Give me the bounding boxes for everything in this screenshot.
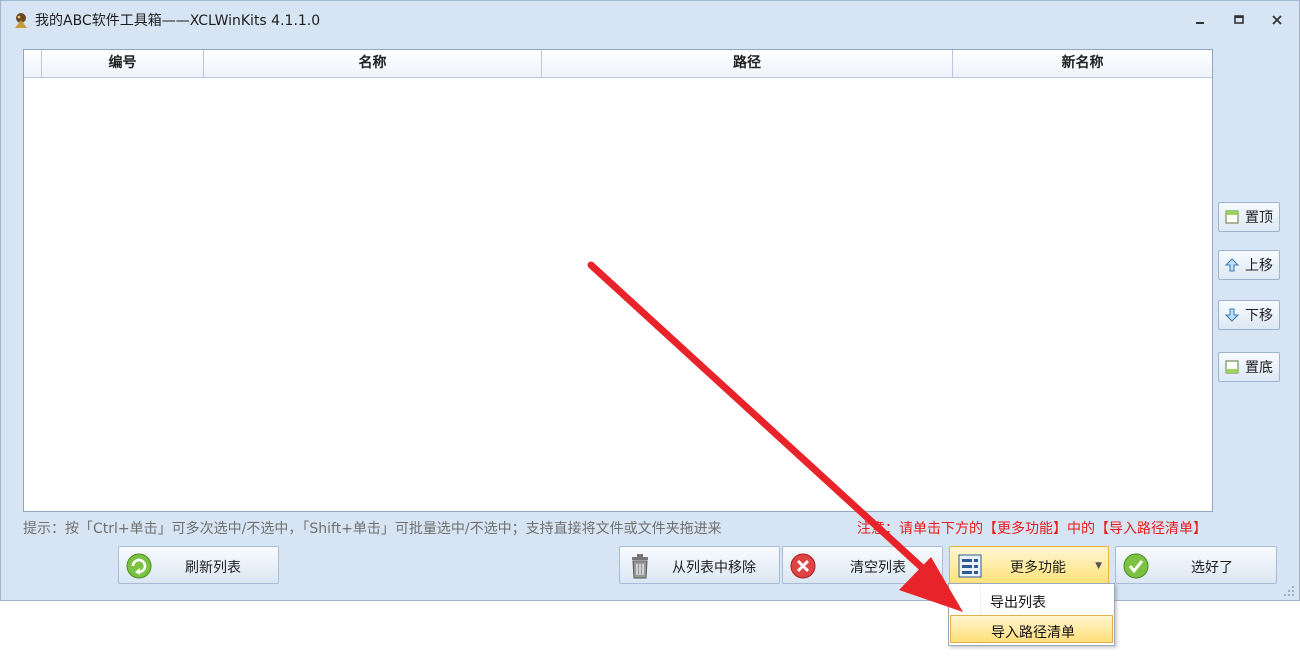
row-indicator-header <box>24 50 42 77</box>
clear-list-label: 清空列表 <box>850 560 906 576</box>
list-icon <box>958 554 982 578</box>
refresh-list-label: 刷新列表 <box>185 560 241 576</box>
grid-header: 编号 名称 路径 新名称 <box>24 50 1212 78</box>
clear-x-icon <box>790 553 816 579</box>
more-functions-button[interactable]: 更多功能 ▼ <box>949 546 1109 584</box>
notice-text: 注意：请单击下方的【更多功能】中的【导入路径清单】 <box>857 521 1207 537</box>
more-functions-label: 更多功能 <box>1010 560 1066 576</box>
column-header-id[interactable]: 编号 <box>42 50 204 77</box>
menu-item-import-path-list[interactable]: 导入路径清单 <box>950 615 1113 643</box>
column-header-path[interactable]: 路径 <box>542 50 953 77</box>
done-label: 选好了 <box>1191 560 1233 576</box>
main-window: 我的ABC软件工具箱——XCLWinKits 4.1.1.0 编号 名称 路径 … <box>0 0 1300 601</box>
more-functions-menu: 导出列表 导入路径清单 <box>948 583 1115 646</box>
move-to-top-label: 置顶 <box>1245 210 1273 226</box>
refresh-icon <box>126 553 152 579</box>
file-list-grid[interactable]: 编号 名称 路径 新名称 <box>23 49 1213 512</box>
maximize-icon[interactable] <box>1230 11 1248 29</box>
trash-icon <box>632 554 648 579</box>
arrow-up-icon <box>1225 258 1239 272</box>
arrow-down-icon <box>1225 308 1239 322</box>
menu-item-export-label: 导出列表 <box>990 595 1046 611</box>
move-to-top-button[interactable]: 置顶 <box>1218 202 1280 232</box>
move-top-icon <box>1225 210 1239 224</box>
move-down-label: 下移 <box>1245 308 1273 324</box>
column-header-new-name[interactable]: 新名称 <box>953 50 1212 77</box>
dropdown-caret-icon[interactable]: ▼ <box>1095 561 1102 571</box>
minimize-icon[interactable] <box>1191 11 1209 29</box>
checkmark-icon <box>1123 553 1149 579</box>
move-bottom-icon <box>1225 360 1239 374</box>
column-header-name[interactable]: 名称 <box>204 50 542 77</box>
move-down-button[interactable]: 下移 <box>1218 300 1280 330</box>
done-button[interactable]: 选好了 <box>1115 546 1277 584</box>
move-to-bottom-label: 置底 <box>1245 360 1273 376</box>
window-title: 我的ABC软件工具箱——XCLWinKits 4.1.1.0 <box>35 13 321 29</box>
remove-from-list-button[interactable]: 从列表中移除 <box>619 546 780 584</box>
resize-grip-icon[interactable] <box>1282 584 1296 598</box>
app-logo-icon <box>15 13 27 28</box>
title-bar[interactable]: 我的ABC软件工具箱——XCLWinKits 4.1.1.0 <box>1 1 1299 37</box>
move-to-bottom-button[interactable]: 置底 <box>1218 352 1280 382</box>
move-up-button[interactable]: 上移 <box>1218 250 1280 280</box>
hint-text: 提示：按「Ctrl+单击」可多次选中/不选中，「Shift+单击」可批量选中/不… <box>23 521 722 537</box>
refresh-list-button[interactable]: 刷新列表 <box>118 546 279 584</box>
move-up-label: 上移 <box>1245 258 1273 274</box>
remove-from-list-label: 从列表中移除 <box>672 560 756 576</box>
clear-list-button[interactable]: 清空列表 <box>782 546 943 584</box>
menu-item-import-label: 导入路径清单 <box>991 625 1075 641</box>
menu-item-export-list[interactable]: 导出列表 <box>950 586 1113 614</box>
close-icon[interactable] <box>1268 11 1286 29</box>
